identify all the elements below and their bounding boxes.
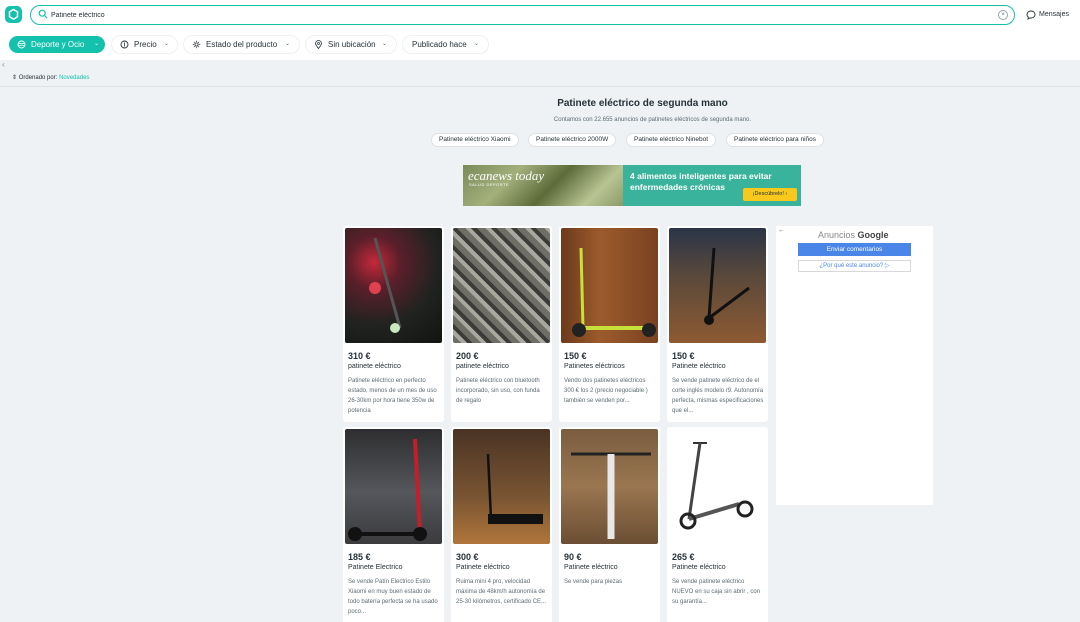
listing-title: Patinete Electrico	[348, 564, 403, 571]
listing-title: Patinete eléctrico	[564, 564, 618, 571]
listing-card[interactable]: 310 € patinete eléctrico Patinete eléctr…	[343, 226, 444, 422]
sort-value[interactable]: Novedades	[59, 75, 89, 81]
divider	[0, 86, 1080, 87]
listing-description: Se vende Patín Electrico Estilo Xiaomi e…	[348, 579, 438, 615]
listing-photo[interactable]	[345, 429, 442, 544]
page-subtitle: Contamos con 22.655 anuncios de patinete…	[553, 117, 752, 123]
listing-photo[interactable]	[561, 228, 658, 343]
listing-card[interactable]: 200 € patinete eléctrico Patinete eléctr…	[451, 226, 552, 422]
ad-banner[interactable]: ecanews today SALUD DEPORTE 4 alimentos …	[463, 165, 801, 206]
condition-icon	[192, 40, 201, 49]
filter-condition-label: Estado del producto	[206, 40, 278, 49]
listing-title: Patinete eléctrico	[672, 363, 726, 370]
filter-published-label: Publicado hace	[412, 40, 467, 49]
search-bar[interactable]: ×	[30, 5, 1015, 25]
listing-description: Se vende para piezas	[564, 579, 623, 585]
send-feedback-button[interactable]: Enviar comentarios	[798, 243, 911, 256]
listing-price: 150 €	[564, 351, 587, 361]
listing-photo[interactable]	[669, 429, 766, 544]
listing-price: 185 €	[348, 552, 371, 562]
listing-title: Patinete eléctrico	[456, 564, 510, 571]
ad-label: Anuncios Google	[818, 230, 889, 240]
filter-category-label: Deporte y Ocio	[31, 40, 85, 49]
chevron-down-icon: ⌄	[382, 41, 388, 47]
related-tag[interactable]: Patinete eléctrico Ninebot	[626, 133, 717, 147]
filter-price-label: Precio	[134, 40, 157, 49]
sort-label: Ordenado por:	[18, 75, 58, 81]
listing-card[interactable]: 150 € Patinetes eléctricos Vendo dos pat…	[559, 226, 660, 422]
search-input[interactable]	[51, 8, 991, 22]
listing-photo[interactable]	[561, 429, 658, 544]
filter-bar: Deporte y Ocio ⌄ Precio ⌄ Estado del pro…	[0, 30, 1080, 60]
google-ad-panel: ← Anuncios Google Enviar comentarios ¿Po…	[776, 226, 933, 505]
chat-icon	[1026, 10, 1036, 20]
listing-photo[interactable]	[669, 228, 766, 343]
listing-card[interactable]: 185 € Patinete Electrico Se vende Patín …	[343, 427, 444, 622]
chevron-down-icon: ⌄	[94, 41, 100, 47]
listing-title: Patinete eléctrico	[672, 564, 726, 571]
price-icon	[120, 40, 129, 49]
page-title: Patinete eléctrico de segunda mano	[557, 98, 728, 109]
listing-description: Se vende patinete eléctrico NUEVO en su …	[672, 579, 761, 605]
sport-icon	[17, 40, 26, 49]
ad-label-brand: Google	[857, 230, 889, 240]
listing-price: 150 €	[672, 351, 695, 361]
sort-icon: ⇕	[12, 75, 18, 81]
ad-label-prefix: Anuncios	[818, 230, 856, 240]
top-bar: × Mensajes	[0, 0, 1080, 30]
chevron-down-icon: ⌄	[164, 41, 170, 47]
listing-card[interactable]: 150 € Patinete eléctrico Se vende patine…	[667, 226, 768, 422]
listing-photo[interactable]	[453, 228, 550, 343]
listing-title: patinete eléctrico	[348, 363, 401, 370]
filter-location-label: Sin ubicación	[328, 40, 376, 49]
wallapop-logo-icon[interactable]	[5, 6, 22, 23]
listing-description: Patinete eléctrico en perfecto estado, m…	[348, 378, 437, 414]
collapse-arrow-icon[interactable]: ‹	[2, 60, 5, 69]
related-tag[interactable]: Patinete eléctrico para niños	[726, 133, 825, 147]
messages-label: Mensajes	[1039, 11, 1069, 18]
listing-description: Patinete eléctrico con bluetooth incorpo…	[456, 378, 540, 404]
chevron-down-icon: ⌄	[474, 41, 480, 47]
listing-photo[interactable]	[453, 429, 550, 544]
listing-card[interactable]: 300 € Patinete eléctrico Ruima mini 4 pr…	[451, 427, 552, 622]
chevron-down-icon: ⌄	[285, 41, 291, 47]
listing-price: 265 €	[672, 552, 695, 562]
banner-cta-button[interactable]: ¡Descúbrelo! ›	[743, 188, 797, 201]
listing-title: patinete eléctrico	[456, 363, 509, 370]
search-icon	[38, 9, 48, 19]
listing-card[interactable]: 90 € Patinete eléctrico Se vende para pi…	[559, 427, 660, 622]
filter-published[interactable]: Publicado hace ⌄	[403, 36, 488, 53]
why-this-ad-button[interactable]: ¿Por qué este anuncio? ▷	[798, 260, 911, 272]
listing-card[interactable]: 265 € Patinete eléctrico Se vende patine…	[667, 427, 768, 622]
listing-title: Patinetes eléctricos	[564, 363, 625, 370]
listing-price: 310 €	[348, 351, 371, 361]
banner-image: ecanews today SALUD DEPORTE	[463, 165, 623, 206]
banner-brand-sub: SALUD DEPORTE	[469, 182, 510, 187]
listing-description: Vendo dos patinetes eléctricos 300 € los…	[564, 378, 648, 404]
listing-price: 200 €	[456, 351, 479, 361]
filter-price[interactable]: Precio ⌄	[112, 36, 177, 53]
location-icon	[315, 40, 322, 49]
back-arrow-icon[interactable]: ←	[778, 227, 785, 234]
filter-condition[interactable]: Estado del producto ⌄	[184, 36, 299, 53]
sort-control[interactable]: ⇕ Ordenado por: Novedades	[12, 74, 89, 81]
listing-description: Ruima mini 4 pro, velocidad máxima de 48…	[456, 579, 547, 605]
listing-price: 90 €	[564, 552, 582, 562]
listing-description: Se vende patinete eléctrico de el corte …	[672, 378, 764, 414]
clear-search-icon[interactable]: ×	[998, 10, 1008, 20]
filter-category[interactable]: Deporte y Ocio ⌄	[9, 36, 105, 53]
related-tag[interactable]: Patinete eléctrico Xiaomi	[431, 133, 519, 147]
listing-photo[interactable]	[345, 228, 442, 343]
filter-location[interactable]: Sin ubicación ⌄	[306, 36, 396, 53]
related-tag[interactable]: Patinete eléctrico 2000W	[528, 133, 617, 147]
listing-price: 300 €	[456, 552, 479, 562]
